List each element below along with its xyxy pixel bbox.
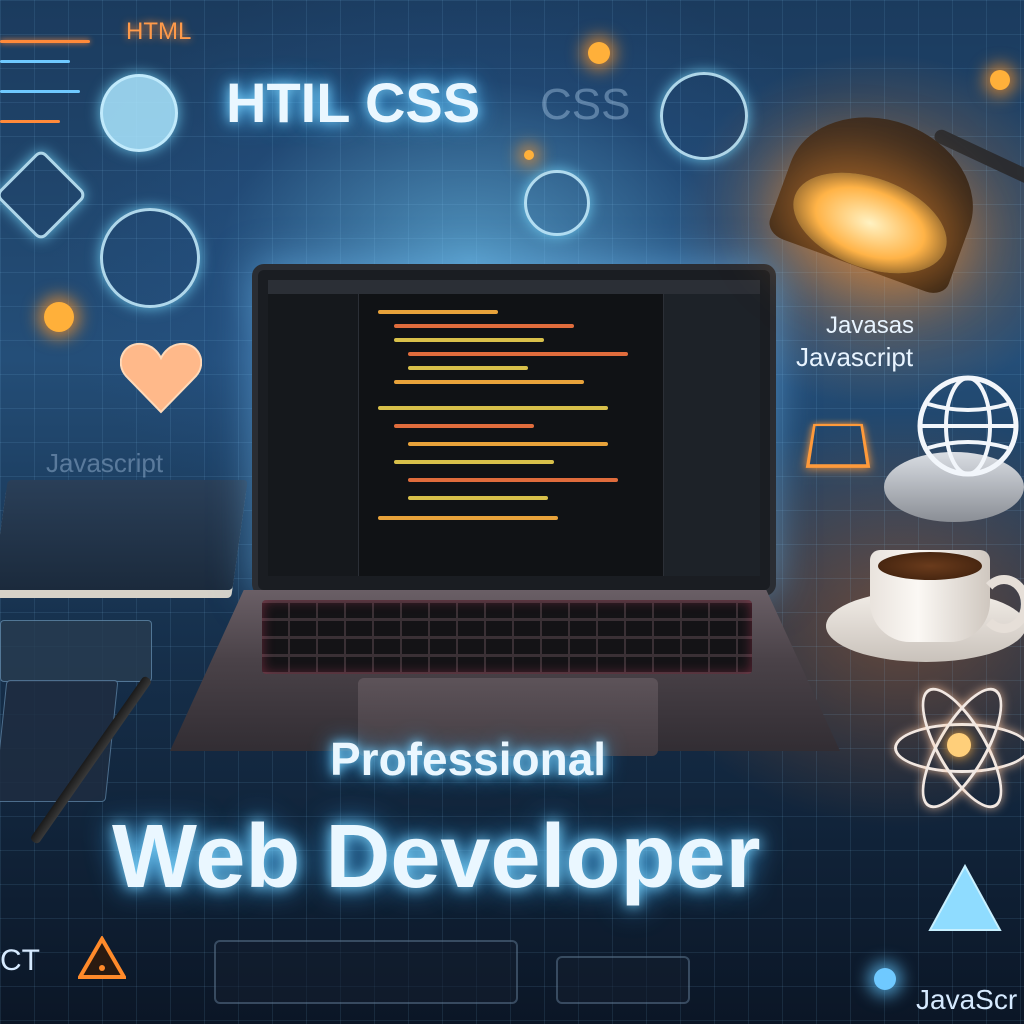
- code-line: [394, 424, 534, 428]
- circle-emblem-icon: [524, 170, 590, 236]
- frame-icon: [805, 423, 871, 468]
- laptop-screen: [252, 264, 776, 596]
- code-line: [408, 496, 548, 500]
- glow-dot: [44, 302, 74, 332]
- bottom-sign: [214, 940, 518, 1004]
- code-line: [394, 338, 544, 342]
- notes-panel: [0, 620, 152, 682]
- book: [0, 480, 248, 590]
- faded-css-label: CSS: [540, 80, 631, 129]
- faded-javascript-label: Javascript: [46, 448, 164, 478]
- warning-triangle-icon: [78, 936, 126, 979]
- code-editor: [268, 280, 760, 576]
- javascript-label: Javascript: [796, 342, 914, 372]
- code-line: [394, 460, 554, 464]
- code-line: [394, 324, 574, 328]
- globe-icon: [917, 375, 1019, 477]
- preview-panel: [663, 294, 760, 576]
- header-label: HTIL CSS: [226, 71, 481, 134]
- glow-dot: [588, 42, 610, 64]
- glow-dot: [524, 150, 534, 160]
- file-tree: [268, 294, 359, 576]
- left-panel-line: [0, 40, 90, 43]
- heart-icon: [120, 342, 202, 414]
- circle-emblem-icon: [660, 72, 748, 160]
- bottom-sign: [556, 956, 690, 1004]
- glow-dot: [990, 70, 1010, 90]
- headline-web-developer: Web Developer: [112, 807, 761, 907]
- editor-toolbar: [268, 280, 760, 294]
- html-label: HTML: [126, 18, 192, 45]
- code-line: [408, 352, 628, 356]
- code-line: [378, 406, 608, 410]
- javasas-label: Javasas: [826, 312, 915, 339]
- laptop-keyboard: [262, 600, 752, 674]
- code-line: [408, 478, 618, 482]
- code-line: [408, 366, 528, 370]
- left-panel-line: [0, 90, 80, 93]
- code-line: [394, 380, 584, 384]
- code-line: [378, 516, 558, 520]
- play-triangle-icon: [928, 863, 1002, 931]
- circle-emblem-icon: [100, 208, 200, 308]
- bottom-right-label: JavaScr: [916, 984, 1018, 1015]
- headline-professional: Professional: [330, 733, 607, 785]
- atom-icon: [894, 676, 1024, 820]
- code-line: [408, 442, 608, 446]
- cup-handle: [978, 575, 1024, 633]
- bottom-left-label: CT: [0, 944, 40, 977]
- coffee: [878, 552, 982, 580]
- left-panel-line: [0, 120, 60, 123]
- left-panel-line: [0, 60, 70, 63]
- web-developer-illustration: HTML HTIL CSS CSS Javascript Javasas Jav…: [0, 0, 1024, 1024]
- circle-emblem-icon: [100, 74, 178, 152]
- glow-dot: [874, 968, 896, 990]
- code-line: [378, 310, 498, 314]
